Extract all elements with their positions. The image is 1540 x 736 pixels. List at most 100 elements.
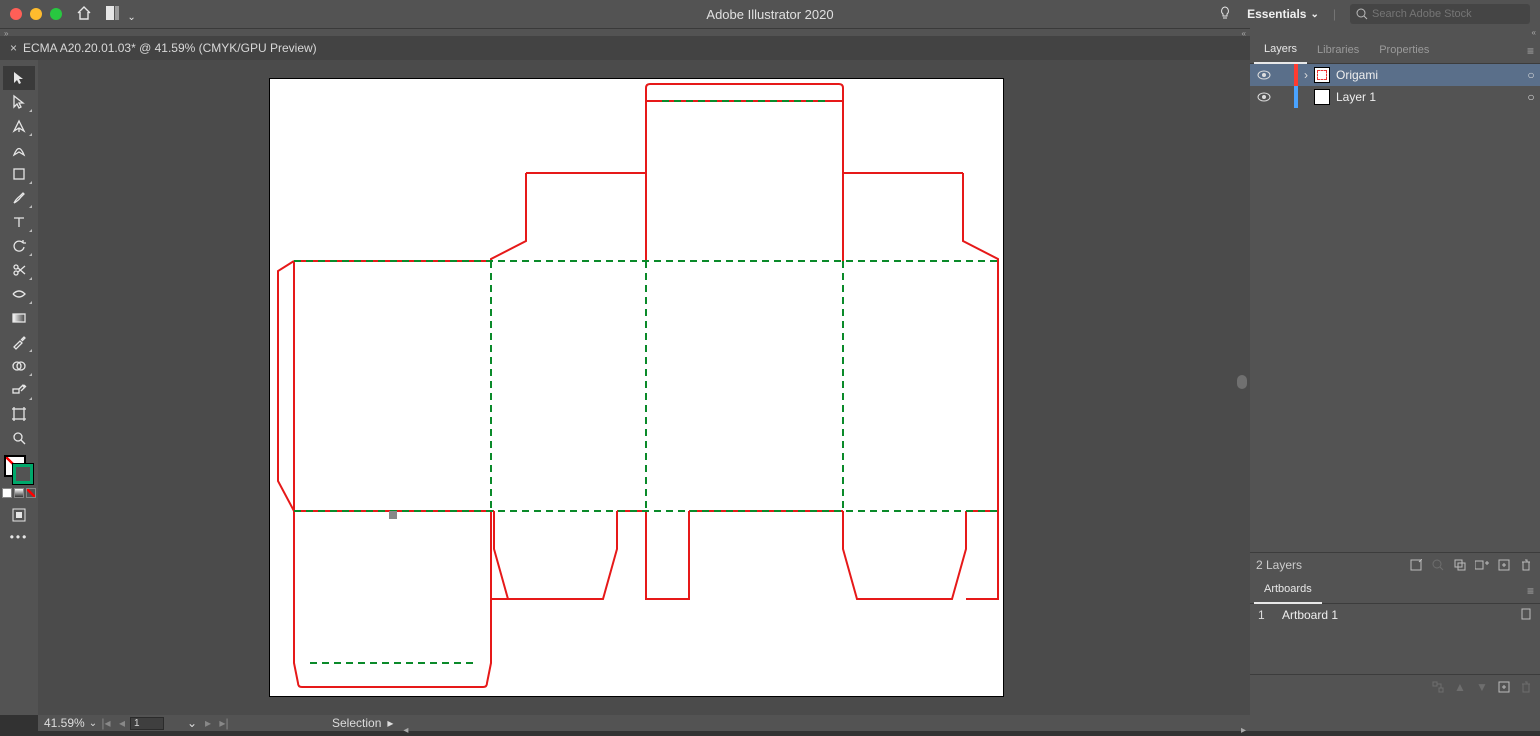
expand-left-icon[interactable]: » bbox=[4, 29, 8, 38]
prev-artboard-icon[interactable]: ◂ bbox=[114, 716, 130, 730]
artboard-nav-dropdown-icon[interactable]: ⌄ bbox=[184, 716, 200, 730]
draw-mode-icon[interactable] bbox=[10, 506, 28, 524]
artboards-panel-tabs: Artboards ≡ bbox=[1250, 576, 1540, 604]
zoom-tool[interactable] bbox=[3, 426, 35, 450]
maximize-window-icon[interactable] bbox=[50, 8, 62, 20]
artboards-list: 1 Artboard 1 bbox=[1250, 604, 1540, 674]
layer-name[interactable]: Origami bbox=[1336, 68, 1522, 82]
zoom-level[interactable]: 41.59% ⌄ bbox=[38, 716, 98, 730]
canvas-viewport[interactable] bbox=[38, 60, 1234, 715]
scrollbar-thumb[interactable] bbox=[1237, 375, 1247, 389]
layer-list: › Origami ○ Layer 1 ○ bbox=[1250, 64, 1540, 552]
layer-name[interactable]: Layer 1 bbox=[1336, 90, 1522, 104]
delete-artboard-icon[interactable] bbox=[1518, 681, 1534, 693]
gradient-tool[interactable] bbox=[3, 306, 35, 330]
artboard[interactable] bbox=[270, 79, 1003, 696]
workspace-switcher[interactable]: Essentials ⌄ bbox=[1247, 7, 1319, 21]
target-icon[interactable]: ○ bbox=[1522, 90, 1540, 104]
vertical-scrollbar[interactable] bbox=[1234, 60, 1250, 715]
eyedropper-tool[interactable] bbox=[3, 330, 35, 354]
minimize-window-icon[interactable] bbox=[30, 8, 42, 20]
current-tool-label: Selection bbox=[332, 716, 381, 730]
panel-menu-icon[interactable]: ≡ bbox=[1527, 584, 1534, 598]
direct-selection-tool[interactable] bbox=[3, 90, 35, 114]
right-panels: « Layers Libraries Properties ≡ › Origam… bbox=[1250, 28, 1540, 731]
status-tool-display[interactable]: Selection ▸ bbox=[332, 716, 393, 730]
tab-properties[interactable]: Properties bbox=[1369, 36, 1439, 64]
search-input[interactable] bbox=[1372, 8, 1522, 20]
make-clipping-mask-icon[interactable] bbox=[1452, 559, 1468, 571]
artboard-tool[interactable] bbox=[3, 402, 35, 426]
delete-layer-icon[interactable] bbox=[1518, 559, 1534, 571]
locate-object-icon[interactable] bbox=[1408, 559, 1424, 571]
scissors-tool[interactable] bbox=[3, 258, 35, 282]
tab-artboards[interactable]: Artboards bbox=[1254, 576, 1322, 604]
move-down-icon[interactable]: ▼ bbox=[1474, 680, 1490, 694]
new-layer-icon[interactable] bbox=[1496, 559, 1512, 571]
rearrange-artboards-icon[interactable] bbox=[1430, 681, 1446, 693]
color-mode-gradient[interactable] bbox=[14, 488, 24, 498]
arrange-documents-icon[interactable]: ⌄ bbox=[106, 6, 136, 23]
selection-tool[interactable] bbox=[3, 66, 35, 90]
canvas-area bbox=[38, 60, 1250, 715]
layer-row[interactable]: › Origami ○ bbox=[1250, 64, 1540, 86]
layers-panel: Layers Libraries Properties ≡ › Origami … bbox=[1250, 36, 1540, 576]
artboard-name[interactable]: Artboard 1 bbox=[1282, 608, 1338, 622]
layer-count: 2 Layers bbox=[1256, 558, 1302, 572]
panel-tab-bar: Layers Libraries Properties ≡ bbox=[1250, 36, 1540, 64]
symbol-sprayer-tool[interactable] bbox=[3, 378, 35, 402]
color-mode-solid[interactable] bbox=[2, 488, 12, 498]
artboard-index: 1 bbox=[1258, 608, 1282, 622]
paintbrush-tool[interactable] bbox=[3, 186, 35, 210]
close-window-icon[interactable] bbox=[10, 8, 22, 20]
fill-stroke-proxy[interactable] bbox=[5, 456, 33, 484]
layers-search-icon[interactable] bbox=[1430, 559, 1446, 571]
move-up-icon[interactable]: ▲ bbox=[1452, 680, 1468, 694]
close-tab-icon[interactable]: × bbox=[10, 41, 17, 55]
artboards-panel: Artboards ≡ 1 Artboard 1 ▲ ▼ bbox=[1250, 576, 1540, 698]
visibility-icon[interactable] bbox=[1257, 68, 1271, 82]
target-icon[interactable]: ○ bbox=[1522, 68, 1540, 82]
new-sublayer-icon[interactable] bbox=[1474, 559, 1490, 571]
document-tab[interactable]: × ECMA A20.20.01.03* @ 41.59% (CMYK/GPU … bbox=[0, 36, 327, 60]
type-tool[interactable] bbox=[3, 210, 35, 234]
tab-libraries[interactable]: Libraries bbox=[1307, 36, 1369, 64]
layer-thumbnail bbox=[1314, 67, 1330, 83]
status-bar: 41.59% ⌄ |◂ ◂ ⌄ ▸ ▸| Selection ▸ ◂ ▸ bbox=[38, 715, 1250, 731]
curvature-tool[interactable] bbox=[3, 138, 35, 162]
shape-builder-tool[interactable] bbox=[3, 354, 35, 378]
first-artboard-icon[interactable]: |◂ bbox=[98, 716, 114, 730]
search-icon bbox=[1356, 8, 1368, 20]
color-mode-row bbox=[2, 488, 36, 498]
panel-menu-icon[interactable]: ≡ bbox=[1527, 44, 1534, 58]
chevron-down-icon: ⌄ bbox=[127, 12, 135, 23]
lightbulb-icon[interactable] bbox=[1217, 5, 1233, 24]
edit-toolbar-icon[interactable]: ••• bbox=[10, 530, 29, 544]
artboard-number-field[interactable] bbox=[130, 717, 164, 730]
next-artboard-icon[interactable]: ▸ bbox=[200, 716, 216, 730]
artboard-row[interactable]: 1 Artboard 1 bbox=[1250, 604, 1540, 626]
anchor-point-icon bbox=[389, 511, 397, 519]
pen-tool[interactable] bbox=[3, 114, 35, 138]
window-controls bbox=[10, 8, 62, 20]
visibility-icon[interactable] bbox=[1257, 90, 1271, 104]
tools-panel: ••• bbox=[0, 60, 38, 715]
layer-row[interactable]: Layer 1 ○ bbox=[1250, 86, 1540, 108]
new-artboard-icon[interactable] bbox=[1496, 681, 1512, 693]
last-artboard-icon[interactable]: ▸| bbox=[216, 716, 232, 730]
rotate-tool[interactable] bbox=[3, 234, 35, 258]
disclosure-icon[interactable]: › bbox=[1298, 68, 1314, 82]
orientation-icon[interactable] bbox=[1520, 608, 1532, 623]
rectangle-tool[interactable] bbox=[3, 162, 35, 186]
artboards-panel-footer: ▲ ▼ bbox=[1250, 674, 1540, 698]
search-box[interactable] bbox=[1350, 4, 1530, 24]
width-tool[interactable] bbox=[3, 282, 35, 306]
stroke-swatch[interactable] bbox=[13, 464, 33, 484]
home-icon[interactable] bbox=[76, 5, 92, 24]
play-icon: ▸ bbox=[387, 716, 393, 730]
color-mode-none[interactable] bbox=[26, 488, 36, 498]
expand-right-icon[interactable]: « bbox=[1242, 29, 1246, 38]
app-title: Adobe Illustrator 2020 bbox=[706, 7, 833, 22]
layer-thumbnail bbox=[1314, 89, 1330, 105]
tab-layers[interactable]: Layers bbox=[1254, 36, 1307, 64]
